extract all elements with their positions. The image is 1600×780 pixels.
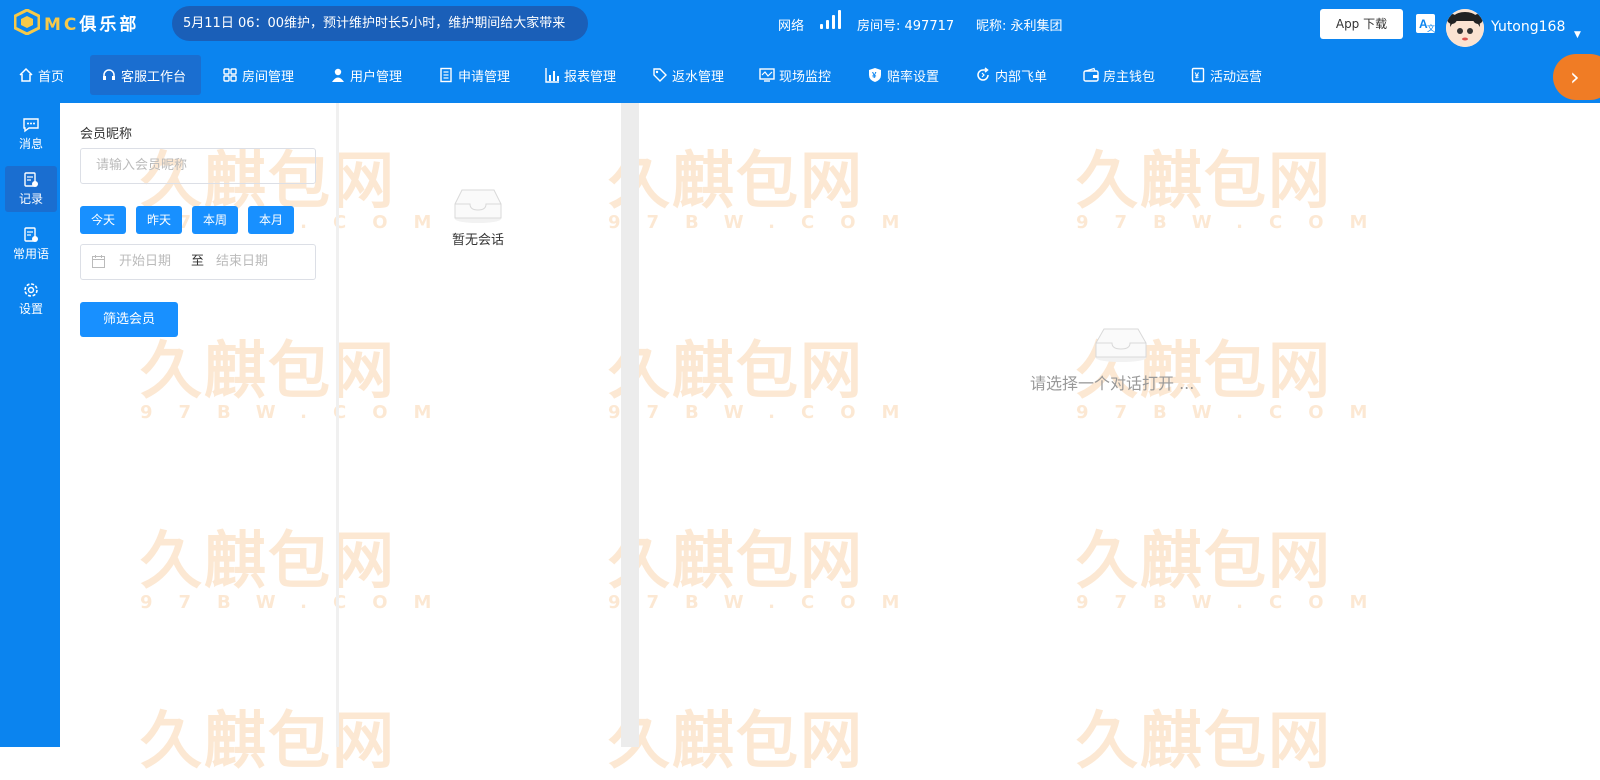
nav-internal-orders[interactable]: 内部飞单 [975,55,1047,95]
username[interactable]: Yutong168 [1491,19,1565,35]
phrases-icon [24,227,38,242]
nav-room-management[interactable]: 房间管理 [222,55,294,95]
end-date-input[interactable]: 结束日期 [216,245,268,279]
select-conversation-text: 请选择一个对话打开 ... [1030,374,1195,393]
chat-panel: 请选择一个对话打开 ... [639,103,1600,747]
this-month-button[interactable]: 本月 [248,206,294,234]
announcement-marquee: 5月11日 06：00维护，预计维护时长5小时，维护期间给大家带来 [172,6,588,41]
user-avatar[interactable] [1446,9,1484,47]
chevron-right-icon: › [1570,63,1580,91]
empty-inbox-icon [1095,328,1147,362]
brand-logo-area[interactable]: MC俱乐部 [14,9,139,35]
app-download-button[interactable]: App 下载 [1320,9,1403,39]
headset-icon [103,69,115,80]
user-icon [332,68,344,82]
no-session-text: 暂无会话 [452,233,505,248]
translate-icon[interactable]: A 文 [1416,14,1435,33]
sidebar-item-message[interactable]: 消息 [5,111,57,157]
nav-apply-management[interactable]: 申请管理 [438,55,510,95]
record-filter-panel: 会员昵称 请输入会员昵称 今天 昨天 本周 本月 开始日期 至 结束日期 筛选会… [60,103,338,747]
nav-user-management[interactable]: 用户管理 [330,55,402,95]
chat-bubble-icon [23,118,39,133]
nav-live-monitor[interactable]: 现场监控 [759,55,831,95]
panel-divider [621,103,639,747]
nav-odds-settings[interactable]: ¥ 赔率设置 [867,55,939,95]
network-label: 网络 [778,19,805,34]
nav-rebate-management[interactable]: 返水管理 [652,55,724,95]
document-icon [440,67,452,83]
grid-icon [223,68,237,82]
nickname: 昵称: 永利集团 [976,19,1063,34]
monitor-icon [759,68,775,82]
member-nickname-input[interactable]: 请输入会员昵称 [80,148,316,184]
this-week-button[interactable]: 本周 [192,206,238,234]
wallet-icon [1083,67,1099,82]
room-number: 房间号: 497717 [857,19,955,34]
avatar-icon [1446,9,1484,47]
bar-chart-icon [545,68,559,83]
nav-cs-workbench[interactable]: 客服工作台 [90,55,201,95]
brand-logo-icon [14,9,40,35]
svg-text:文: 文 [1427,23,1435,33]
sidebar-item-record[interactable]: 记录 [5,166,57,212]
gear-icon [24,283,38,297]
calendar-icon [92,255,105,268]
nav-activity-operations[interactable]: ¥ 活动运营 [1190,55,1262,95]
filter-members-button[interactable]: 筛选会员 [80,302,178,337]
nav-expand-button[interactable]: › [1553,54,1600,100]
home-icon [19,67,33,82]
session-list-panel: 暂无会话 [339,103,621,747]
left-sidebar: 消息 记录 常用语 设置 [0,103,60,747]
start-date-input[interactable]: 开始日期 [119,245,171,279]
date-separator: 至 [191,254,205,269]
yesterday-button[interactable]: 昨天 [136,206,182,234]
today-button[interactable]: 今天 [80,206,126,234]
nav-home[interactable]: 首页 [18,55,64,95]
sidebar-item-phrases[interactable]: 常用语 [5,221,57,267]
record-icon [24,172,38,187]
chevron-down-icon[interactable]: ▼ [1574,30,1581,40]
svg-text:¥: ¥ [1195,72,1200,81]
gift-doc-icon: ¥ [1191,67,1205,83]
brand-title: MC俱乐部 [44,14,140,35]
refresh-icon [977,67,989,81]
nav-owner-wallet[interactable]: 房主钱包 [1083,55,1155,95]
shield-icon: ¥ [869,68,881,82]
top-bar: MC俱乐部 5月11日 06：00维护，预计维护时长5小时，维护期间给大家带来 … [0,0,1600,48]
tag-icon [653,68,667,82]
nav-report-management[interactable]: 报表管理 [544,55,616,95]
main-nav: 首页 客服工作台 房间管理 用户管理 申请管理 报表管理 返水管理 现场监控 ¥… [0,48,1600,103]
empty-inbox-icon [454,189,502,223]
sidebar-item-settings[interactable]: 设置 [5,276,57,322]
member-nickname-label: 会员昵称 [80,127,133,142]
date-range-picker[interactable]: 开始日期 至 结束日期 [80,244,316,280]
svg-text:¥: ¥ [872,71,877,80]
signal-icon [820,9,842,29]
